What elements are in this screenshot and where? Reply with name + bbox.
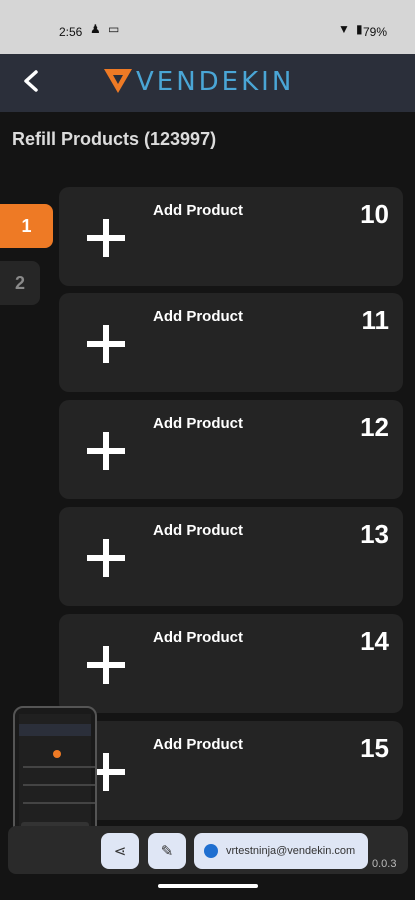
product-slot[interactable]: Add Product 10 — [59, 187, 403, 286]
browser-icon — [204, 844, 218, 858]
page-button-2[interactable]: 2 — [0, 261, 40, 305]
notification-icon: ▭ — [108, 22, 120, 36]
slot-number: 12 — [360, 412, 389, 442]
back-arrow-icon[interactable] — [18, 66, 44, 96]
add-product-label: Add Product — [153, 522, 243, 539]
add-product-label: Add Product — [153, 629, 243, 646]
edit-button[interactable]: ✎ — [148, 833, 186, 869]
slot-number: 14 — [360, 626, 389, 656]
share-button[interactable]: ⋖ — [101, 833, 139, 869]
status-time: 2:56 — [59, 25, 83, 39]
account-email: vrtestninja@vendekin.com — [226, 845, 356, 857]
battery-icon: ▮ — [356, 22, 363, 36]
account-chip[interactable]: vrtestninja@vendekin.com — [194, 833, 368, 869]
vendekin-mark-icon — [104, 69, 132, 93]
add-product-label: Add Product — [153, 308, 243, 325]
slot-number: 10 — [360, 199, 389, 229]
plus-icon — [87, 219, 125, 257]
add-product-label: Add Product — [153, 415, 243, 432]
slot-number: 13 — [360, 519, 389, 549]
home-gesture-bar[interactable] — [158, 884, 258, 888]
page-button-1[interactable]: 1 — [0, 204, 53, 248]
slot-number: 15 — [360, 733, 389, 763]
app-version: 0.0.3 — [372, 858, 397, 870]
brand-wordmark: VENDEKIN — [136, 67, 295, 97]
add-product-label: Add Product — [153, 202, 243, 219]
add-product-label: Add Product — [153, 736, 243, 753]
plus-icon — [87, 432, 125, 470]
wifi-icon: ▼ — [338, 22, 350, 36]
status-bar: 2:56 ♟ ▭ ▼ ▮ 79% — [0, 0, 415, 54]
share-icon: ⋖ — [113, 843, 127, 860]
battery-level: 79% — [362, 25, 387, 39]
product-slot[interactable]: Add Product 11 — [59, 293, 403, 392]
product-slot[interactable]: Add Product 15 — [59, 721, 403, 820]
plus-icon — [87, 325, 125, 363]
person-icon: ♟ — [90, 22, 101, 36]
plus-icon — [87, 646, 125, 684]
app-bar: VENDEKIN — [0, 54, 415, 112]
product-slot[interactable]: Add Product 14 — [59, 614, 403, 713]
vendekin-logo: VENDEKIN — [104, 67, 314, 97]
pencil-icon: ✎ — [160, 843, 174, 860]
page-title: Refill Products (123997) — [12, 129, 217, 149]
slot-number: 11 — [361, 305, 390, 335]
product-slot[interactable]: Add Product 13 — [59, 507, 403, 606]
plus-icon — [87, 539, 125, 577]
product-slot[interactable]: Add Product 12 — [59, 400, 403, 499]
